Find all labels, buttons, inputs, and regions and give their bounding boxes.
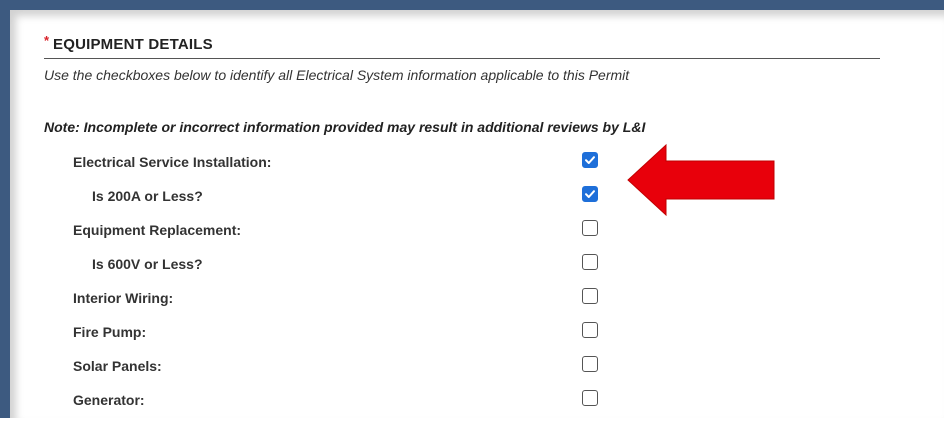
checkbox-row-generator: Generator: bbox=[0, 390, 944, 426]
checkbox-row-electrical-service-installation: Electrical Service Installation: bbox=[0, 152, 944, 188]
is-600v-or-less-checkbox[interactable] bbox=[582, 254, 598, 270]
solar-panels-checkbox[interactable] bbox=[582, 356, 598, 372]
row-label: Fire Pump: bbox=[73, 324, 147, 340]
equipment-replacement-checkbox[interactable] bbox=[582, 220, 598, 236]
checkbox-row-is-600v-or-less: Is 600V or Less? bbox=[0, 254, 944, 290]
fire-pump-checkbox[interactable] bbox=[582, 322, 598, 338]
row-label: Interior Wiring: bbox=[73, 290, 174, 306]
red-left-arrow-icon bbox=[627, 143, 775, 217]
row-label: Is 200A or Less? bbox=[92, 188, 203, 204]
checkbox-row-is-200a-or-less: Is 200A or Less? bbox=[0, 186, 944, 222]
note-text: Note: Incomplete or incorrect informatio… bbox=[44, 119, 646, 135]
checkbox-row-interior-wiring: Interior Wiring: bbox=[0, 288, 944, 324]
row-label: Electrical Service Installation: bbox=[73, 154, 272, 170]
section-header: * EQUIPMENT DETAILS bbox=[44, 30, 880, 59]
electrical-service-installation-checkbox[interactable] bbox=[582, 152, 598, 168]
required-marker: * bbox=[44, 33, 50, 48]
row-label: Is 600V or Less? bbox=[92, 256, 203, 272]
is-200a-or-less-checkbox[interactable] bbox=[582, 186, 598, 202]
instructions-text: Use the checkboxes below to identify all… bbox=[44, 67, 630, 83]
interior-wiring-checkbox[interactable] bbox=[582, 288, 598, 304]
checkbox-row-fire-pump: Fire Pump: bbox=[0, 322, 944, 358]
generator-checkbox[interactable] bbox=[582, 390, 598, 406]
section-title: EQUIPMENT DETAILS bbox=[53, 36, 213, 53]
row-label: Equipment Replacement: bbox=[73, 222, 242, 238]
row-label: Generator: bbox=[73, 392, 145, 408]
checkbox-row-equipment-replacement: Equipment Replacement: bbox=[0, 220, 944, 256]
row-label: Solar Panels: bbox=[73, 358, 162, 374]
checkbox-row-solar-panels: Solar Panels: bbox=[0, 356, 944, 392]
